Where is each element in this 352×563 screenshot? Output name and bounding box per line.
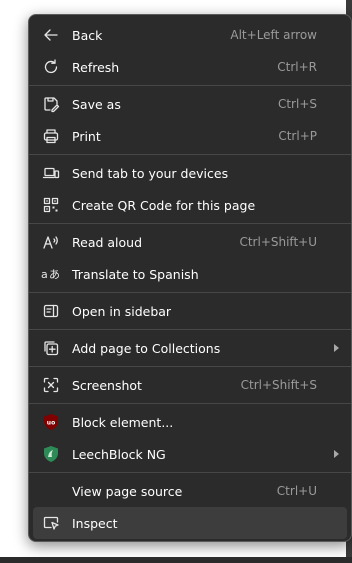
context-menu: Back Alt+Left arrow Refresh Ctrl+R Save …	[28, 14, 352, 542]
submenu-arrow-icon	[334, 450, 339, 458]
menu-item-open-sidebar[interactable]: Open in sidebar	[33, 295, 347, 327]
collections-icon	[41, 338, 61, 358]
translate-icon: aあ	[41, 264, 61, 284]
printer-icon	[41, 126, 61, 146]
menu-item-label: Add page to Collections	[72, 340, 221, 356]
menu-item-label: Read aloud	[72, 234, 143, 250]
menu-item-shortcut: Alt+Left arrow	[230, 28, 317, 42]
save-as-icon	[41, 94, 61, 114]
back-arrow-icon	[41, 25, 61, 45]
menu-item-label: Save as	[72, 96, 121, 112]
svg-text:a: a	[41, 268, 48, 281]
menu-item-label: Screenshot	[72, 377, 142, 393]
inspect-icon	[41, 513, 61, 533]
svg-text:uo: uo	[47, 420, 55, 427]
menu-separator	[29, 85, 351, 86]
sidebar-icon	[41, 301, 61, 321]
menu-separator	[29, 366, 351, 367]
ublock-icon: uo	[41, 412, 61, 432]
browser-viewport: Back Alt+Left arrow Refresh Ctrl+R Save …	[0, 0, 352, 563]
menu-item-label: LeechBlock NG	[72, 446, 166, 462]
menu-separator	[29, 292, 351, 293]
menu-separator	[29, 472, 351, 473]
blank-icon-slot	[41, 481, 61, 501]
menu-item-send-tab[interactable]: Send tab to your devices	[33, 157, 347, 189]
menu-item-translate[interactable]: aあ Translate to Spanish	[33, 258, 347, 290]
menu-item-block-element[interactable]: uo Block element...	[33, 406, 347, 438]
menu-item-label: Create QR Code for this page	[72, 197, 256, 213]
menu-item-leechblock[interactable]: LeechBlock NG	[33, 438, 347, 470]
menu-item-shortcut: Ctrl+S	[277, 97, 317, 111]
menu-item-back[interactable]: Back Alt+Left arrow	[33, 19, 347, 51]
menu-item-shortcut: Ctrl+Shift+S	[240, 378, 317, 392]
menu-item-print[interactable]: Print Ctrl+P	[33, 120, 347, 152]
menu-item-read-aloud[interactable]: Read aloud Ctrl+Shift+U	[33, 226, 347, 258]
menu-item-save-as[interactable]: Save as Ctrl+S	[33, 88, 347, 120]
screenshot-icon	[41, 375, 61, 395]
menu-item-label: View page source	[72, 483, 183, 499]
menu-item-label: Back	[72, 27, 103, 43]
menu-item-inspect[interactable]: Inspect	[33, 507, 347, 539]
refresh-icon	[41, 57, 61, 77]
menu-item-label: Inspect	[72, 515, 118, 531]
leechblock-icon	[41, 444, 61, 464]
menu-item-create-qr[interactable]: Create QR Code for this page	[33, 189, 347, 221]
menu-item-label: Print	[72, 128, 101, 144]
submenu-arrow-icon	[334, 344, 339, 352]
menu-item-view-source[interactable]: View page source Ctrl+U	[33, 475, 347, 507]
menu-item-label: Open in sidebar	[72, 303, 172, 319]
menu-item-shortcut: Ctrl+P	[278, 129, 317, 143]
menu-item-refresh[interactable]: Refresh Ctrl+R	[33, 51, 347, 83]
read-aloud-icon	[41, 232, 61, 252]
menu-item-shortcut: Ctrl+R	[277, 60, 317, 74]
menu-item-add-to-collections[interactable]: Add page to Collections	[33, 332, 347, 364]
devices-icon	[41, 163, 61, 183]
menu-item-label: Block element...	[72, 414, 174, 430]
qr-code-icon	[41, 195, 61, 215]
menu-item-screenshot[interactable]: Screenshot Ctrl+Shift+S	[33, 369, 347, 401]
menu-separator	[29, 329, 351, 330]
menu-separator	[29, 223, 351, 224]
menu-item-shortcut: Ctrl+U	[276, 484, 317, 498]
menu-item-label: Send tab to your devices	[72, 165, 229, 181]
svg-text:あ: あ	[49, 268, 60, 281]
menu-item-label: Refresh	[72, 59, 120, 75]
menu-item-label: Translate to Spanish	[72, 266, 199, 282]
menu-item-shortcut: Ctrl+Shift+U	[239, 235, 317, 249]
menu-separator	[29, 403, 351, 404]
page-bottom-edge	[0, 557, 352, 563]
menu-separator	[29, 154, 351, 155]
